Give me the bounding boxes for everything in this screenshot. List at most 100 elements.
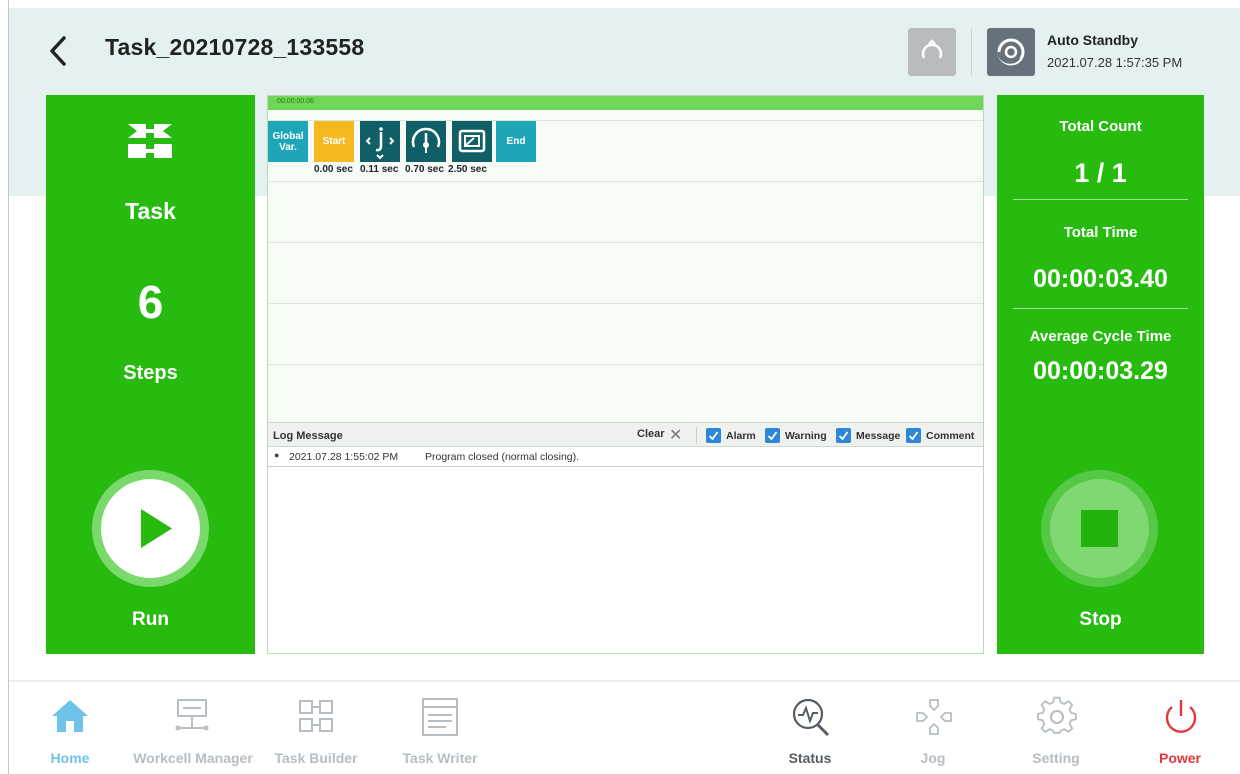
timeline-gridline [268,181,983,182]
log-entry-message: Program closed (normal closing). [425,451,580,463]
nav-power-label: Power [1158,750,1201,766]
nav-setting-label: Setting [1032,750,1080,766]
nav-task-builder-label: Task Builder [274,750,358,766]
bottom-nav-divider [9,680,1240,682]
block-global-var[interactable]: Global Var. [268,121,308,162]
stop-icon [1081,510,1118,547]
run-button-face [101,479,200,578]
auto-mode-icon [997,38,1025,66]
header-divider [971,28,972,76]
chevron-left-icon [50,36,66,66]
filter-message-checkbox[interactable]: Message [836,428,900,443]
nav-jog-label: Jog [920,750,946,766]
stats-divider [1013,308,1188,309]
stats-divider [1013,199,1188,200]
block-time: 0.00 sec [314,164,353,175]
filter-warning-checkbox[interactable]: Warning [765,428,827,443]
step-count: 6 [137,276,164,328]
total-count-label: Total Count [1059,118,1142,135]
log-title: Log Message [273,430,343,442]
total-time-value: 00:00:03.40 [1033,265,1168,293]
nav-setting[interactable]: Setting [996,690,1116,770]
bullet-icon: ● [274,450,280,460]
filter-alarm-checkbox[interactable]: Alarm [706,428,756,443]
total-count-value: 1 / 1 [1074,158,1127,188]
avg-cycle-value: 00:00:03.29 [1033,357,1168,385]
timeline-gridline [268,242,983,243]
play-icon [141,509,172,548]
checkbox-checked-icon [706,428,721,443]
block-start[interactable]: Start [314,121,354,162]
back-button[interactable] [44,34,74,68]
app-root: Task_20210728_133558 Auto Standby 2021.0… [0,0,1240,774]
nav-task-writer[interactable]: Task Writer [380,690,500,770]
run-label: Run [132,609,169,630]
stop-button-face [1050,479,1149,578]
block-gauge[interactable] [406,121,446,162]
nav-power[interactable]: Power [1120,690,1240,770]
timeline-gridline [268,364,983,365]
nav-workcell-manager[interactable]: Workcell Manager [132,690,254,770]
checkbox-checked-icon [836,428,851,443]
nav-home[interactable]: Home [10,690,130,770]
stats-panel: Total Count 1 / 1 Total Time 00:00:03.40… [997,95,1204,654]
block-time: 2.50 sec [448,164,487,175]
checkbox-checked-icon [765,428,780,443]
screen-icon [458,129,486,153]
mode-label: Auto Standby [1047,32,1138,48]
gear-icon [1037,696,1077,734]
nav-status[interactable]: Status [750,690,870,770]
filter-message-label: Message [856,429,901,442]
task-icon [128,124,172,158]
task-timeline-area: 00:00:00.06 Global Var. Start End 0.00 s… [267,95,984,654]
mode-indicator[interactable] [987,28,1035,76]
block-joint-move[interactable] [360,121,400,162]
block-end[interactable]: End [496,121,536,162]
task-writer-icon [422,698,458,736]
clear-log-button[interactable]: Clear [637,428,665,440]
nav-task-writer-label: Task Writer [402,750,478,766]
block-screen[interactable] [452,121,492,162]
log-entry-time: 2021.07.28 1:55:02 PM [289,451,399,463]
block-time: 0.11 sec [360,164,399,175]
nav-workcell-manager-label: Workcell Manager [133,750,253,766]
nav-home-label: Home [50,750,90,766]
mode-datetime: 2021.07.28 1:57:35 PM [1047,55,1183,70]
home-icon [52,700,88,732]
log-list[interactable]: ● 2021.07.28 1:55:02 PM Program closed (… [268,447,983,653]
status-icon [792,698,830,737]
task-builder-icon [299,700,333,732]
task-panel: Task 6 Steps Run [46,95,255,654]
checkbox-checked-icon [906,428,921,443]
log-header-divider [696,427,697,444]
task-label: Task [125,198,176,224]
run-button[interactable] [92,470,209,587]
log-entry[interactable]: ● 2021.07.28 1:55:02 PM Program closed (… [268,447,983,467]
power-icon [1165,700,1197,733]
timeline-time-marker: 00:00:00.06 [277,98,314,105]
steps-label: Steps [123,362,178,384]
filter-comment-label: Comment [926,429,975,442]
workcell-icon [175,699,209,731]
jog-icon [916,699,952,735]
timeline-progress-bar: 00:00:00.06 [268,96,983,110]
filter-warning-label: Warning [785,429,827,442]
nav-jog[interactable]: Jog [873,690,993,770]
nav-status-label: Status [788,750,832,766]
log-header: Log Message Clear ✕ Alarm Warning Messag… [268,422,983,447]
stop-label: Stop [1079,609,1122,630]
close-icon[interactable]: ✕ [669,425,682,445]
avg-cycle-label: Average Cycle Time [1029,328,1172,345]
nav-task-builder[interactable]: Task Builder [256,690,376,770]
stop-button[interactable] [1041,470,1158,587]
timeline-gridline [268,303,983,304]
filter-comment-checkbox[interactable]: Comment [906,428,974,443]
reset-button[interactable] [908,28,956,76]
joint-move-icon [365,127,395,160]
gauge-icon [411,127,441,153]
filter-alarm-label: Alarm [726,429,756,442]
total-time-label: Total Time [1063,224,1138,241]
page-title: Task_20210728_133558 [105,34,365,60]
block-time: 0.70 sec [405,164,444,175]
reset-icon [921,39,943,59]
